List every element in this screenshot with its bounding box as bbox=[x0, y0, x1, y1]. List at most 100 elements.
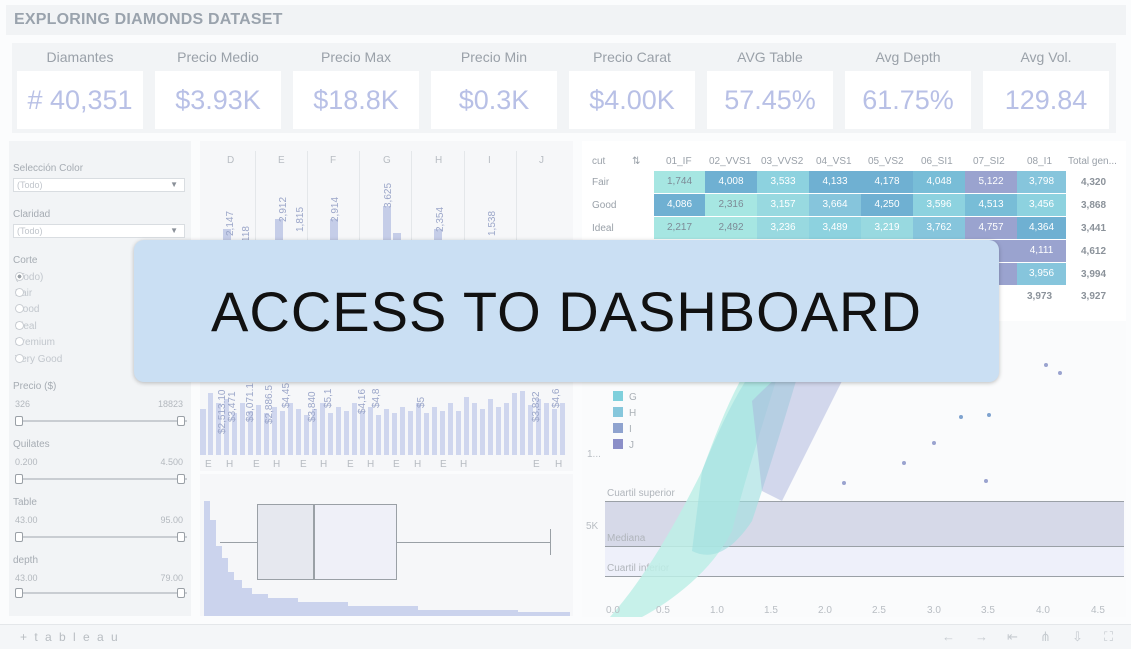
bar[interactable] bbox=[328, 413, 333, 455]
heat-cell[interactable]: 2,316 bbox=[705, 194, 757, 216]
heat-cell[interactable]: 3,596 bbox=[913, 194, 965, 216]
undo-icon[interactable]: ← bbox=[942, 629, 955, 644]
carat-slider-max-handle[interactable] bbox=[177, 474, 185, 484]
depth-slider-max-handle[interactable] bbox=[177, 588, 185, 598]
heat-cell[interactable]: 5,122 bbox=[965, 171, 1017, 193]
heat-cell[interactable]: 4,133 bbox=[809, 171, 861, 193]
cut-radio[interactable]: Good bbox=[15, 304, 39, 315]
carat-slider-min-handle[interactable] bbox=[15, 474, 23, 484]
bar[interactable] bbox=[280, 411, 285, 455]
sort-icon[interactable]: ⇅ bbox=[632, 156, 640, 167]
bar[interactable] bbox=[440, 411, 445, 455]
heat-cell[interactable]: 3,664 bbox=[809, 194, 861, 216]
bar[interactable] bbox=[288, 403, 293, 455]
price-slider-max-handle[interactable] bbox=[177, 416, 185, 426]
heat-cell[interactable]: 4,364 bbox=[1017, 217, 1066, 239]
heat-cell[interactable]: 3,956 bbox=[1017, 263, 1066, 285]
price-slider[interactable] bbox=[15, 420, 187, 422]
heat-cell[interactable]: 4,086 bbox=[654, 194, 705, 216]
heat-cell[interactable]: 3,157 bbox=[757, 194, 809, 216]
price-slider-min-handle[interactable] bbox=[15, 416, 23, 426]
bar[interactable] bbox=[360, 411, 365, 455]
fullscreen-icon[interactable]: ⛶ bbox=[1104, 629, 1113, 645]
tableau-logo[interactable]: + t a b l e a u bbox=[20, 630, 120, 644]
bar[interactable] bbox=[384, 409, 389, 455]
bar[interactable] bbox=[480, 409, 485, 455]
heat-cell[interactable]: 3,219 bbox=[861, 217, 913, 239]
heat-cell[interactable]: 1,744 bbox=[654, 171, 705, 193]
heat-cell[interactable]: 4,008 bbox=[705, 171, 757, 193]
color-select[interactable]: (Todo) ▼ bbox=[13, 178, 185, 192]
bar[interactable] bbox=[504, 403, 509, 455]
clarity-select[interactable]: (Todo) ▼ bbox=[13, 224, 185, 238]
heat-cell[interactable]: 4,178 bbox=[861, 171, 913, 193]
bar[interactable] bbox=[520, 391, 525, 455]
bar[interactable] bbox=[368, 407, 373, 455]
cut-radio[interactable]: (Todo) bbox=[15, 272, 43, 283]
heat-cell[interactable]: 4,513 bbox=[965, 194, 1017, 216]
bar[interactable] bbox=[344, 411, 349, 455]
bar[interactable] bbox=[320, 403, 325, 455]
column-header: 07_SI2 bbox=[973, 156, 1005, 167]
revert-icon[interactable]: ⇤ bbox=[1007, 629, 1018, 645]
bar[interactable] bbox=[496, 407, 501, 455]
heat-cell[interactable]: 2,217 bbox=[654, 217, 705, 239]
heat-cell[interactable]: 4,111 bbox=[1017, 240, 1066, 262]
carat-slider[interactable] bbox=[15, 478, 187, 480]
row-label: Fair bbox=[592, 177, 610, 188]
bar[interactable] bbox=[560, 403, 565, 455]
heat-cell[interactable]: 3,456 bbox=[1017, 194, 1066, 216]
heat-cell[interactable]: 3,236 bbox=[757, 217, 809, 239]
cut-radio[interactable]: Very Good bbox=[15, 354, 62, 365]
bar[interactable] bbox=[464, 397, 469, 455]
redo-icon[interactable]: → bbox=[975, 629, 988, 644]
share-icon[interactable]: ⋔ bbox=[1040, 629, 1051, 645]
bar[interactable] bbox=[552, 409, 557, 455]
bar[interactable] bbox=[275, 219, 283, 241]
heat-cell[interactable]: 2,492 bbox=[705, 217, 757, 239]
bar[interactable] bbox=[383, 206, 391, 241]
heat-cell[interactable]: 3,489 bbox=[809, 217, 861, 239]
bar[interactable] bbox=[376, 415, 381, 455]
bar[interactable] bbox=[296, 409, 301, 455]
bar[interactable] bbox=[456, 411, 461, 455]
cut-radio[interactable]: Ideal bbox=[15, 321, 37, 332]
bar[interactable] bbox=[448, 403, 453, 455]
bar[interactable] bbox=[330, 219, 338, 241]
depth-filter-label: depth bbox=[13, 555, 39, 566]
bar[interactable] bbox=[200, 409, 206, 455]
axis-tick: H bbox=[414, 459, 422, 470]
bar[interactable] bbox=[416, 403, 421, 455]
bar[interactable] bbox=[512, 393, 517, 455]
download-icon[interactable]: ⇩ bbox=[1072, 629, 1083, 645]
heat-cell[interactable]: 4,757 bbox=[965, 217, 1017, 239]
bar[interactable] bbox=[472, 403, 477, 455]
bar[interactable] bbox=[256, 405, 261, 455]
bar[interactable] bbox=[392, 413, 397, 455]
bar[interactable] bbox=[544, 403, 549, 455]
depth-slider-min-handle[interactable] bbox=[15, 588, 23, 598]
bar[interactable] bbox=[336, 407, 341, 455]
bar[interactable] bbox=[408, 411, 413, 455]
bar[interactable] bbox=[432, 407, 437, 455]
cut-radio[interactable]: Fair bbox=[15, 288, 32, 299]
price-min: 326 bbox=[15, 399, 31, 409]
heat-cell[interactable]: 4,250 bbox=[861, 194, 913, 216]
cut-radio[interactable]: Premium bbox=[15, 337, 55, 348]
heat-cell[interactable]: 3,762 bbox=[913, 217, 965, 239]
heat-cell[interactable]: 3,533 bbox=[757, 171, 809, 193]
cut-filter-label: Corte bbox=[13, 255, 38, 266]
table-slider[interactable] bbox=[15, 536, 187, 538]
bar[interactable] bbox=[208, 393, 213, 455]
heat-cell[interactable]: 4,048 bbox=[913, 171, 965, 193]
bar[interactable] bbox=[400, 407, 405, 455]
table-slider-max-handle[interactable] bbox=[177, 532, 185, 542]
table-slider-min-handle[interactable] bbox=[15, 532, 23, 542]
access-dashboard-button[interactable]: ACCESS TO DASHBOARD bbox=[134, 240, 999, 382]
depth-slider[interactable] bbox=[15, 592, 187, 594]
bar[interactable] bbox=[424, 413, 429, 455]
x-axis-tick: 3.5 bbox=[981, 605, 995, 616]
bar[interactable] bbox=[488, 399, 493, 455]
x-axis-tick: 4.5 bbox=[1091, 605, 1105, 616]
heat-cell[interactable]: 3,798 bbox=[1017, 171, 1066, 193]
